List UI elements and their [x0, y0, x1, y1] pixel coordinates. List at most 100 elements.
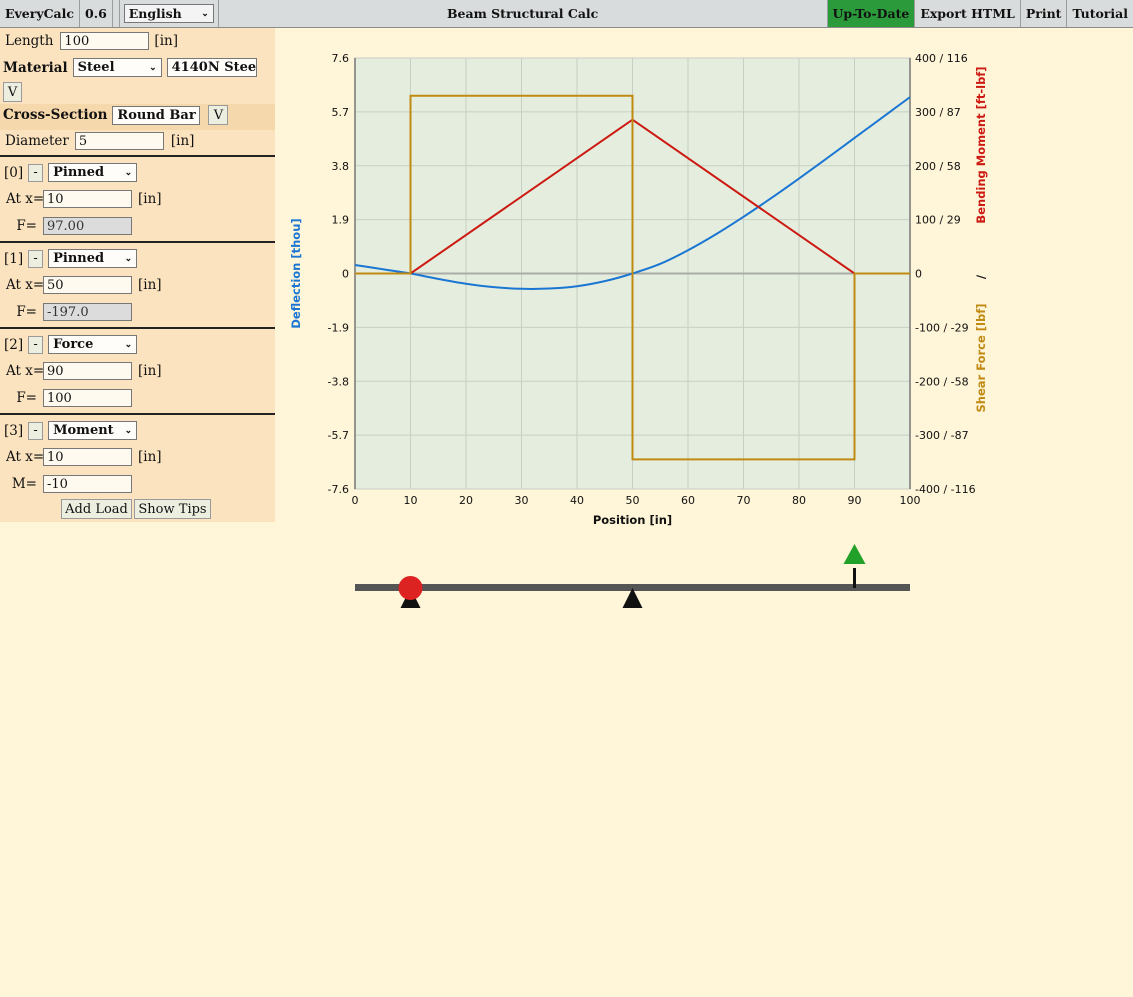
diameter-row: Diameter 5 [in] — [5, 132, 194, 150]
diameter-input[interactable]: 5 — [74, 132, 164, 150]
load-position-input[interactable]: 90 — [43, 362, 132, 380]
load-index: [3] — [4, 422, 24, 439]
material-label: Material — [3, 59, 68, 76]
load-position-row: At x= 90 [in] — [0, 362, 162, 380]
left-tick-label: -5.7 — [328, 429, 349, 442]
shear-axis-title: Shear Force [lbf] — [974, 304, 988, 413]
show-tips-button[interactable]: Show Tips — [134, 499, 211, 519]
language-cell: English ⌄ — [120, 0, 219, 27]
material-grade-select[interactable]: 4140N Stee ⌄ — [166, 58, 257, 77]
left-tick-label: 7.6 — [332, 52, 350, 65]
print-button[interactable]: Print — [1021, 0, 1068, 27]
load-divider — [0, 155, 275, 157]
remove-load-button[interactable]: - — [28, 335, 44, 354]
x-tick-label: 10 — [404, 494, 418, 507]
load-value-input[interactable]: -10 — [43, 475, 132, 493]
material-row: Material Steel ⌄ 4140N Stee ⌄ — [3, 58, 257, 77]
load-value-label: M= — [11, 476, 37, 492]
left-tick-label: 3.8 — [332, 160, 350, 173]
deflection-axis-title: Deflection [thou] — [289, 218, 303, 328]
left-tick-label: -7.6 — [328, 483, 349, 496]
beam-marks — [398, 544, 866, 608]
load-divider — [0, 413, 275, 415]
beam-chart: 0 10 20 30 40 50 60 70 80 90 1007.6 400 / 1165.7 300… — [289, 52, 988, 527]
load-position-label: At x= — [6, 277, 45, 293]
right-tick-label: -400 / -116 — [915, 483, 976, 496]
page-title: Beam Structural Calc — [219, 0, 828, 27]
load-type-value: Force — [53, 337, 94, 352]
load-type-select[interactable]: Pinned ⌄ — [48, 249, 138, 268]
chevron-down-icon: ⌄ — [124, 339, 133, 350]
load-position-input[interactable]: 50 — [43, 276, 132, 294]
x-tick-label: 30 — [515, 494, 529, 507]
material-value: Steel — [77, 60, 115, 75]
load-value-row: F= 100 — [0, 389, 138, 407]
load-value-label: F= — [16, 390, 37, 406]
version-label: 0.6 — [80, 0, 113, 27]
language-select[interactable]: English ⌄ — [123, 4, 214, 23]
diameter-label: Diameter — [5, 133, 69, 149]
load-header-row: [2] - Force ⌄ — [0, 335, 138, 354]
load-position-input[interactable]: 10 — [43, 190, 132, 208]
force-arrow-icon — [843, 544, 866, 564]
load-value-input[interactable]: 100 — [43, 389, 132, 407]
status-button[interactable]: Up-To-Date — [827, 0, 916, 27]
add-load-button[interactable]: Add Load — [61, 499, 132, 519]
load-type-value: Moment — [53, 423, 114, 438]
load-position-unit: [in] — [138, 363, 162, 379]
load-header-row: [3] - Moment ⌄ — [0, 421, 138, 440]
right-tick-label: 100 / 29 — [915, 214, 961, 227]
load-divider — [0, 327, 275, 329]
x-tick-label: 80 — [792, 494, 806, 507]
material-grade-value: 4140N Stee — [171, 60, 257, 75]
load-value-row: F= 97.00 — [0, 217, 138, 235]
right-tick-label: -300 / -87 — [915, 429, 969, 442]
length-label: Length — [5, 33, 54, 49]
right-tick-label: 200 / 58 — [915, 160, 961, 173]
load-position-label: At x= — [6, 191, 45, 207]
remove-load-button[interactable]: - — [28, 249, 44, 268]
export-html-button[interactable]: Export HTML — [915, 0, 1021, 27]
cross-section-row: Cross-Section Round Bar ⌄ V — [3, 105, 229, 125]
load-header-row: [1] - Pinned ⌄ — [0, 249, 138, 268]
chevron-down-icon: ⌄ — [149, 62, 157, 73]
axis-separator: / — [974, 274, 988, 279]
x-tick-label: 90 — [848, 494, 862, 507]
remove-load-button[interactable]: - — [28, 163, 44, 182]
material-v-button[interactable]: V — [3, 82, 22, 102]
top-toolbar: EveryCalc 0.6 English ⌄ Beam Structural … — [0, 0, 1133, 28]
right-tick-label: 400 / 116 — [915, 52, 968, 65]
load-position-label: At x= — [6, 363, 45, 379]
app-name-button[interactable]: EveryCalc — [0, 0, 81, 27]
load-value-label: F= — [16, 304, 37, 320]
load-position-input[interactable]: 10 — [43, 448, 132, 466]
load-index: [2] — [4, 336, 24, 353]
load-value-input[interactable]: -197.0 — [43, 303, 132, 321]
cross-section-label: Cross-Section — [3, 107, 108, 123]
cross-section-select[interactable]: Round Bar ⌄ — [112, 105, 201, 125]
x-axis-title: Position [in] — [593, 513, 672, 527]
load-value-input[interactable]: 97.00 — [43, 217, 132, 235]
load-position-row: At x= 50 [in] — [0, 276, 162, 294]
load-position-row: At x= 10 [in] — [0, 190, 162, 208]
load-position-row: At x= 10 [in] — [0, 448, 162, 466]
load-index: [0] — [4, 164, 24, 181]
cross-section-value: Round Bar — [117, 107, 196, 123]
chevron-down-icon: ⌄ — [201, 8, 209, 19]
remove-load-button[interactable]: - — [28, 421, 44, 440]
input-panel: Length 100 [in] Material Steel ⌄ 4140N S… — [0, 28, 275, 522]
toolbar-spacer — [113, 0, 120, 27]
load-type-select[interactable]: Moment ⌄ — [48, 421, 138, 440]
chevron-down-icon: ⌄ — [124, 253, 133, 264]
load-actions-row: Add Load Show Tips — [61, 499, 211, 519]
load-type-select[interactable]: Force ⌄ — [48, 335, 138, 354]
x-tick-label: 40 — [570, 494, 584, 507]
load-index: [1] — [4, 250, 24, 267]
cross-section-v-button[interactable]: V — [208, 105, 229, 125]
material-select[interactable]: Steel ⌄ — [72, 58, 162, 77]
load-type-select[interactable]: Pinned ⌄ — [48, 163, 138, 182]
length-row: Length 100 [in] — [5, 32, 178, 50]
x-tick-label: 70 — [737, 494, 751, 507]
length-input[interactable]: 100 — [60, 32, 150, 50]
tutorial-button[interactable]: Tutorial — [1067, 0, 1133, 27]
